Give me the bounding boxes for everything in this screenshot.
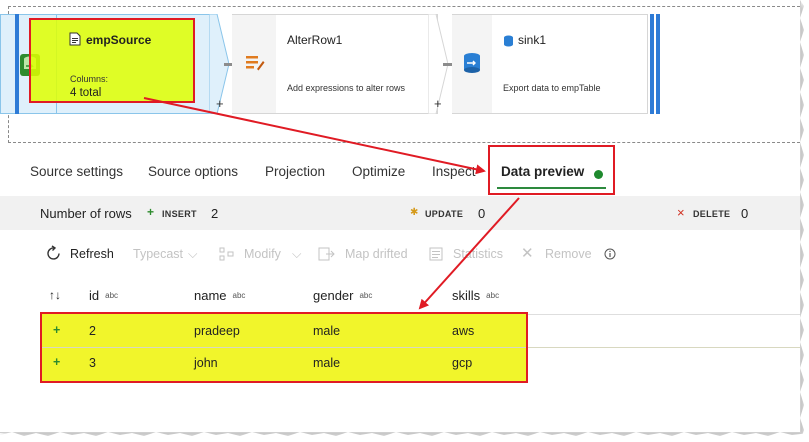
- torn-edge-right: [800, 0, 809, 442]
- app-frame: empSource Columns: 4 total + AlterRow1 A…: [0, 0, 801, 433]
- arrow-to-rows: [418, 197, 520, 310]
- torn-edge-bottom: [0, 432, 809, 442]
- annotation-arrows: [143, 97, 520, 310]
- arrow-to-data-preview: [143, 97, 486, 175]
